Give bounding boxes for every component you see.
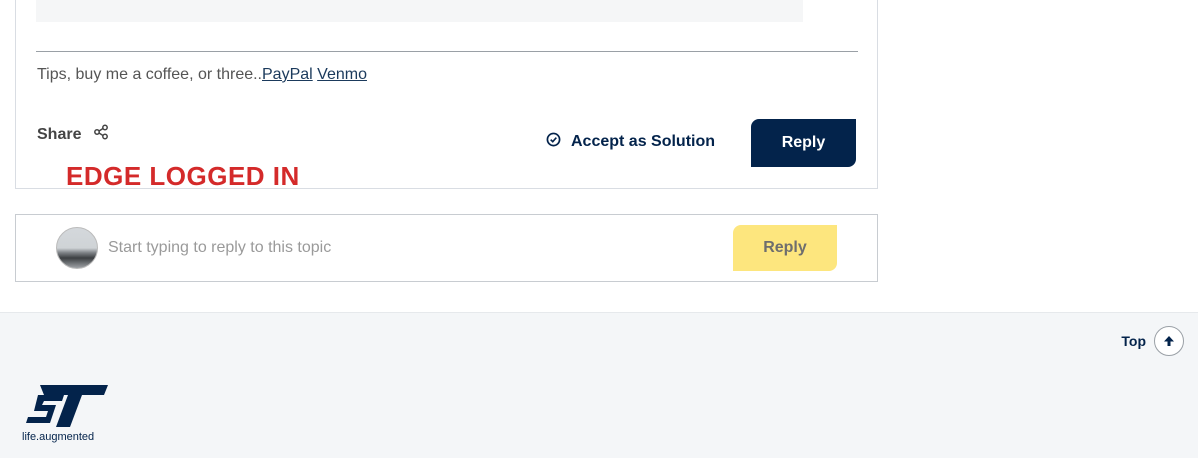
accept-label: Accept as Solution [571,133,716,150]
quick-reply-box: Start typing to reply to this topic Repl… [15,214,878,282]
logo-tagline: life.augmented [22,431,95,443]
tips-text: Tips, buy me a coffee, or three.. [37,66,262,83]
quick-reply-button[interactable]: Reply [733,225,837,271]
arrow-up-icon [1154,326,1184,356]
reply-button[interactable]: Reply [751,119,856,167]
edge-logged-in-overlay: EDGE LOGGED IN [66,161,300,191]
accept-solution-button[interactable]: Accept as Solution [546,132,715,152]
signature-text: Tips, buy me a coffee, or three..PayPal … [37,66,367,84]
reply-input[interactable]: Start typing to reply to this topic [108,239,331,257]
footer: Top life.augmented [0,312,1198,458]
st-logo[interactable] [20,383,110,434]
signature-divider [36,51,858,52]
avatar [56,227,98,269]
share-button[interactable]: Share [37,124,109,145]
top-label: Top [1121,333,1146,349]
share-label: Share [37,125,82,143]
venmo-link[interactable]: Venmo [317,66,367,83]
share-icon [93,124,109,145]
post-card: Tips, buy me a coffee, or three..PayPal … [15,0,878,191]
paypal-link[interactable]: PayPal [262,66,313,83]
check-circle-icon [546,132,561,152]
back-to-top-link[interactable]: Top [1121,326,1184,356]
code-block [36,0,803,22]
